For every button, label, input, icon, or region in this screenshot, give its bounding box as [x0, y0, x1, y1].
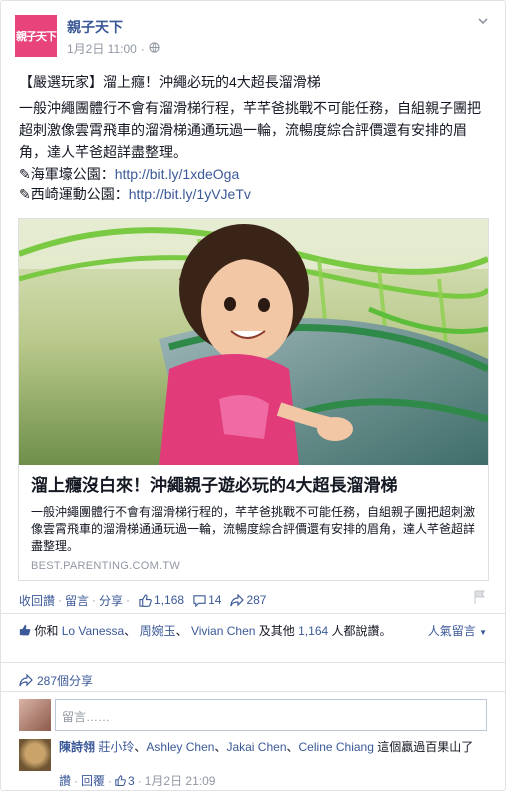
comment-meta: 讚 · 回覆 · 3 · 1月2日 21:09	[59, 772, 215, 789]
link-label: ✎海軍壕公園：	[19, 166, 115, 182]
post-link-1: ✎海軍壕公園：http://bit.ly/1xdeOga	[19, 164, 239, 184]
shares-row[interactable]: 287個分享	[19, 672, 93, 689]
tagged-user[interactable]: Jakai Chen	[226, 740, 286, 754]
tagged-user[interactable]: Celine Chiang	[299, 740, 374, 754]
share-arrow-icon	[230, 593, 245, 606]
share-count-value: 287	[246, 593, 267, 607]
tag-separator: 、	[286, 740, 299, 754]
liker-name[interactable]: Vivian Chen	[191, 624, 256, 638]
liker-name[interactable]: 周婉玉	[140, 624, 176, 638]
comment-like-count[interactable]: 3	[115, 774, 135, 788]
post-date-link[interactable]: 1月2日 11:00	[67, 40, 137, 57]
divider	[1, 613, 505, 614]
liker-separator: 、	[124, 624, 137, 638]
post-options-chevron-icon[interactable]	[475, 15, 491, 31]
shares-label: 287個分享	[37, 674, 94, 688]
sort-label: 人氣留言	[427, 624, 476, 638]
post-title: 【嚴選玩家】溜上癮！沖繩必玩的4大超長溜滑梯	[19, 74, 321, 90]
tag-separator: 、	[214, 740, 227, 754]
post-body: 一般沖繩團體行不會有溜滑梯行程，芊芊爸挑戰不可能任務，自組親子團把超刺激像雲霄飛…	[19, 100, 481, 160]
post-meta: 1月2日 11:00 ·	[67, 40, 160, 57]
liker-separator: 、	[175, 624, 188, 638]
likes-suffix: 人都說讚。	[331, 624, 392, 638]
share-link[interactable]: 分享	[99, 592, 123, 609]
meta-separator: ·	[108, 773, 113, 788]
comment-body: 這個贏過百果山了	[377, 740, 474, 754]
like-count-value: 1,168	[154, 593, 185, 607]
link-url[interactable]: http://bit.ly/1xdeOga	[115, 166, 240, 182]
link-url[interactable]: http://bit.ly/1yVJeTv	[129, 186, 251, 202]
comment-count[interactable]: 14	[193, 593, 221, 607]
page-name-link[interactable]: 親子天下	[67, 17, 123, 37]
divider	[1, 662, 505, 663]
post-link-2: ✎西崎運動公園：http://bit.ly/1yVJeTv	[19, 184, 251, 204]
comment-author[interactable]: 陳詩翎	[59, 740, 95, 754]
commenter-avatar[interactable]	[19, 739, 51, 771]
tagged-user[interactable]: 莊小玲	[98, 740, 134, 754]
comment-like-link[interactable]: 讚	[59, 772, 71, 789]
likes-mid: 及其他	[258, 624, 295, 638]
thumbs-up-icon	[115, 775, 126, 786]
flag-icon[interactable]	[473, 590, 487, 604]
thumbs-up-icon	[139, 593, 152, 607]
comment-count-value: 14	[208, 593, 222, 607]
likes-others-count[interactable]: 1,164	[298, 624, 328, 638]
caret-down-icon: ▼	[479, 628, 487, 637]
unlike-link[interactable]: 收回讚	[19, 592, 55, 609]
thumbs-up-icon	[19, 624, 31, 636]
tagged-user[interactable]: Ashley Chen	[146, 740, 214, 754]
meta-separator: ·	[140, 41, 145, 56]
share-count[interactable]: 287	[230, 593, 266, 607]
post-card: 親子天下 親子天下 1月2日 11:00 · 【嚴選玩家】溜上癮！沖繩必玩的4大…	[0, 0, 506, 791]
comment-input[interactable]: 留言……	[55, 699, 487, 731]
action-separator: ·	[126, 593, 131, 607]
meta-separator: ·	[137, 773, 142, 788]
meta-separator: ·	[74, 773, 79, 788]
attachment-description: 一般沖繩團體行不會有溜滑梯行程的，芊芊爸挑戰不可能任務，自組親子團把超刺激像雲霄…	[31, 505, 476, 553]
comment-date-link[interactable]: 1月2日 21:09	[145, 772, 216, 789]
comment-link[interactable]: 留言	[65, 592, 89, 609]
action-separator: ·	[92, 593, 97, 607]
page-logo[interactable]: 親子天下	[15, 15, 57, 57]
attachment-domain: BEST.PARENTING.COM.TW	[31, 560, 181, 572]
divider	[1, 691, 505, 692]
globe-icon[interactable]	[149, 41, 160, 56]
share-arrow-icon	[19, 674, 33, 687]
comment-text: 陳詩翎 莊小玲、Ashley Chen、Jakai Chen、Celine Ch…	[59, 739, 487, 755]
likes-text: 你和 Lo Vanessa、 周婉玉、 Vivian Chen 及其他 1,16…	[19, 623, 414, 640]
comment-reply-link[interactable]: 回覆	[81, 772, 105, 789]
comment-composer: 留言……	[19, 699, 487, 731]
attachment-photo[interactable]	[19, 219, 488, 465]
avatar[interactable]	[19, 699, 51, 731]
link-label: ✎西崎運動公園：	[19, 186, 129, 202]
likes-prefix: 你和	[34, 624, 59, 638]
post-header: 親子天下 親子天下 1月2日 11:00 ·	[15, 15, 491, 65]
liker-name[interactable]: Lo Vanessa	[62, 624, 125, 638]
post-actions: 收回讚 · 留言 · 分享 · 1,168 14 287	[19, 591, 487, 609]
comment-sort-dropdown[interactable]: 人氣留言 ▼	[428, 623, 487, 641]
tag-separator: 、	[134, 740, 147, 754]
shared-link-attachment[interactable]: 溜上癮沒白來！沖繩親子遊必玩的4大超長溜滑梯 一般沖繩團體行不會有溜滑梯行程的，…	[18, 218, 489, 581]
like-count[interactable]: 1,168	[139, 593, 184, 607]
comment-item: 陳詩翎 莊小玲、Ashley Chen、Jakai Chen、Celine Ch…	[19, 739, 487, 789]
action-separator: ·	[58, 593, 63, 607]
speech-bubble-icon	[193, 594, 206, 607]
attachment-title[interactable]: 溜上癮沒白來！沖繩親子遊必玩的4大超長溜滑梯	[31, 475, 476, 497]
comment-like-count-value: 3	[128, 773, 135, 788]
